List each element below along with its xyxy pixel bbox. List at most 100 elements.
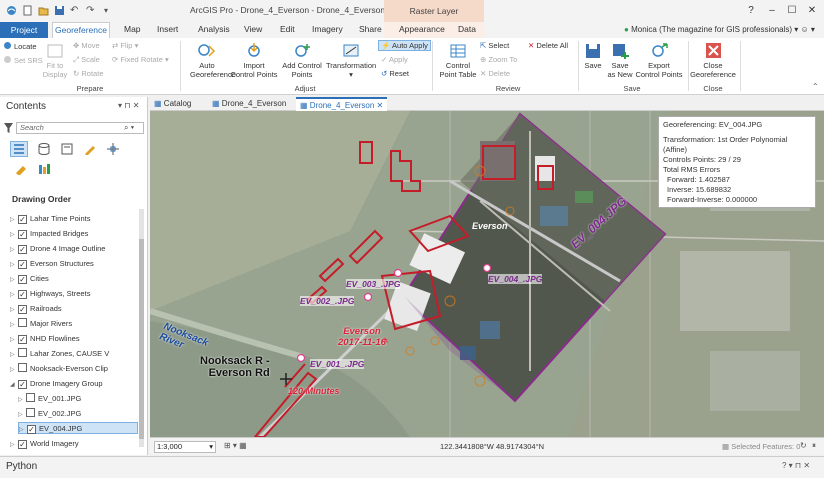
user-account[interactable]: ● Monica (The magazine for GIS professio… [624,25,815,34]
import-control-points-button[interactable]: Import Control Points [228,42,280,79]
set-srs-button[interactable]: Set SRS [3,55,43,65]
layer-item[interactable]: ▷ ✓ World Imagery [10,438,79,450]
layer-item[interactable]: ▷ ✓ Highways, Streets [10,288,90,300]
pane-options-icon[interactable]: ▾ ⊓ ✕ [118,101,139,110]
rotate-button[interactable]: ↻ Rotate [73,69,104,78]
minimize-button[interactable]: – [765,4,779,18]
tab-project[interactable]: Project [0,22,48,38]
layer-checkbox[interactable]: ✓ [18,230,27,239]
tab-share[interactable]: Share [359,24,382,34]
layer-checkbox[interactable]: ✓ [18,440,27,449]
expand-arrow-icon[interactable]: ▷ [18,409,26,421]
list-by-editing-icon[interactable] [83,143,97,155]
undo-icon[interactable]: ↶ [70,5,81,16]
redo-icon[interactable]: ↷ [86,5,97,16]
layer-checkbox[interactable]: ✓ [18,380,27,389]
zoom-to-button[interactable]: ⊕ Zoom To [480,55,517,64]
tab-data[interactable]: Data [458,24,476,34]
list-by-labeling-icon[interactable] [14,163,28,175]
layer-item[interactable]: ▷ Lahar Zones, CAUSE V [10,348,109,360]
close-georeference-button[interactable]: Close Georeference [690,42,736,79]
tab-map-1[interactable]: ▦ Drone_4_Everson [212,99,286,108]
control-point-table-button[interactable]: Control Point Table [438,42,478,79]
tab-appearance[interactable]: Appearance [399,24,445,34]
layer-checkbox[interactable]: ✓ [18,335,27,344]
expand-arrow-icon[interactable]: ▷ [10,229,18,241]
tab-map[interactable]: Map [124,24,141,34]
locate-button[interactable]: Locate [3,41,37,51]
expand-arrow-icon[interactable]: ▷ [10,439,18,451]
layer-checkbox[interactable]: ✓ [18,215,27,224]
expand-arrow-icon[interactable]: ▷ [10,289,18,301]
flip-button[interactable]: ⇄ Flip ▾ [112,41,138,50]
list-by-snapping-icon[interactable] [106,143,120,155]
pause-drawing-icon[interactable]: ⏸ [812,441,816,451]
layer-checkbox[interactable] [18,348,27,357]
customize-toolbar-icon[interactable]: ▾ [104,5,115,16]
help-icon[interactable]: ? [744,4,758,18]
layer-item[interactable]: ▷ ✓ Drone 4 Image Outline [10,243,105,255]
layer-checkbox[interactable]: ✓ [18,260,27,269]
layer-checkbox[interactable]: ✓ [18,245,27,254]
auto-apply-button[interactable]: ⚡ Auto Apply [378,40,431,51]
delete-all-button[interactable]: ✕ Delete All [528,41,568,50]
python-pane-controls-icon[interactable]: ? ▾ ⊓ ✕ [782,461,810,470]
layer-item[interactable]: ▷ ✓ Impacted Bridges [10,228,88,240]
filter-icon[interactable] [4,123,13,133]
fit-to-display-button[interactable]: Fit to Display [40,42,70,79]
contents-scrollbar[interactable] [139,209,144,447]
tab-map-2[interactable]: ▦ Drone_4_Everson ✕ [296,97,388,111]
layer-item[interactable]: ▷ EV_001.JPG [18,393,81,405]
list-by-source-icon[interactable] [37,143,51,155]
layer-item[interactable]: ▷ ✓ Railroads [10,303,62,315]
expand-arrow-icon[interactable]: ▷ [10,274,18,286]
save-as-new-button[interactable]: Save as New [606,42,634,79]
expand-arrow-icon[interactable]: ▷ [10,319,18,331]
layer-item[interactable]: ▷ Nooksack-Everson Clip [10,363,108,375]
save-project-icon[interactable] [54,5,65,16]
refresh-icon[interactable]: ↻ [800,441,807,450]
navigation-tools-icons[interactable]: ⊞ ▾ ▦ [224,441,247,450]
expand-arrow-icon[interactable]: ▷ [10,304,18,316]
layer-item[interactable]: ▷ ✓ Everson Structures [10,258,94,270]
scrollbar-thumb[interactable] [139,239,144,439]
list-by-perspective-icon[interactable] [37,163,51,175]
collapse-ribbon-icon[interactable]: ⌃ [812,82,819,91]
search-icon[interactable]: ⌕ ▾ [124,123,134,133]
layer-item[interactable]: ▷ Major Rivers [10,318,72,330]
tab-edit[interactable]: Edit [280,24,295,34]
layer-item-selected[interactable]: ▷ ✓ EV_004.JPG [18,422,138,434]
expand-arrow-icon[interactable]: ▷ [19,424,27,436]
tab-georeference[interactable]: Georeference [52,22,110,38]
tab-imagery[interactable]: Imagery [312,24,343,34]
expand-arrow-icon[interactable]: ▷ [10,334,18,346]
tab-view[interactable]: View [244,24,262,34]
new-project-icon[interactable] [22,5,33,16]
scale-button[interactable]: ⤢ Scale [73,55,100,65]
transformation-button[interactable]: Transformation ▾ [326,42,376,79]
layer-checkbox[interactable] [18,318,27,327]
expand-arrow-icon[interactable]: ▷ [10,214,18,226]
expand-arrow-icon[interactable]: ▷ [10,364,18,376]
layer-item[interactable]: ▷ ✓ NHD Flowlines [10,333,80,345]
collapse-arrow-icon[interactable]: ◢ [10,379,18,391]
tab-insert[interactable]: Insert [157,24,178,34]
layer-item[interactable]: ▷ ✓ Lahar Time Points [10,213,90,225]
layer-checkbox[interactable] [26,393,35,402]
fixed-rotate-button[interactable]: ⟳ Fixed Rotate ▾ [112,55,169,64]
expand-arrow-icon[interactable]: ▷ [18,394,26,406]
select-button[interactable]: ⇱ Select [480,41,509,50]
export-control-points-button[interactable]: Export Control Points [634,42,684,79]
expand-arrow-icon[interactable]: ▷ [10,349,18,361]
tab-catalog[interactable]: ▦ Catalog [154,99,191,108]
layer-checkbox[interactable] [18,363,27,372]
maximize-button[interactable]: ☐ [785,4,799,18]
tab-analysis[interactable]: Analysis [198,24,230,34]
layer-item[interactable]: ▷ ✓ Cities [10,273,49,285]
open-project-icon[interactable] [38,5,49,16]
delete-button[interactable]: ✕ Delete [480,69,510,78]
apply-button[interactable]: ✓ Apply [381,55,408,64]
scale-dropdown[interactable]: 1:3,000 ▾ [154,441,216,453]
expand-arrow-icon[interactable]: ▷ [10,259,18,271]
reset-button[interactable]: ↺ Reset [381,69,409,78]
